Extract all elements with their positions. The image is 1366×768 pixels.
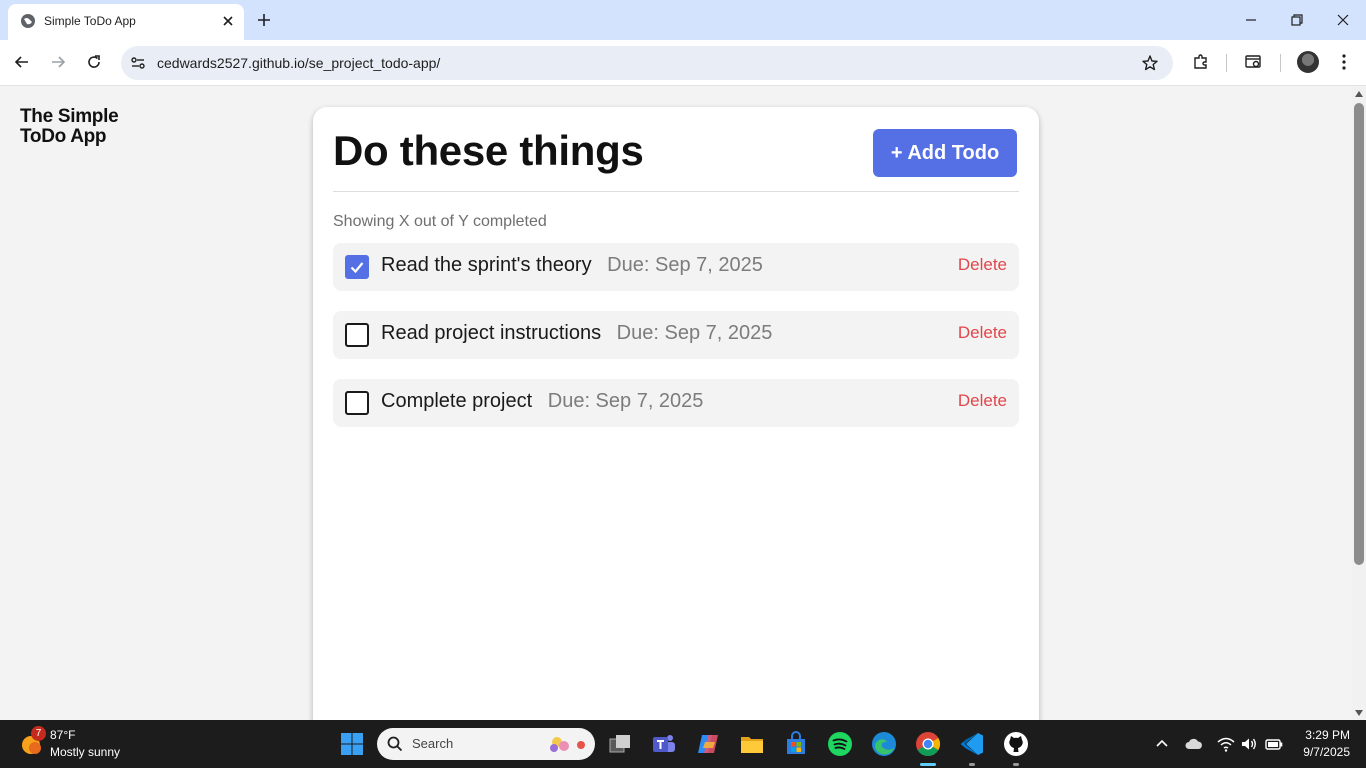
active-app-indicator <box>920 763 936 766</box>
forward-arrow-icon[interactable] <box>48 52 68 72</box>
bookmark-star-icon[interactable] <box>1140 53 1160 73</box>
todo-due-date: Due: Sep 7, 2025 <box>547 390 704 412</box>
delete-button[interactable]: Delete <box>958 391 1007 411</box>
page-viewport: The Simple ToDo App Do these things + Ad… <box>0 87 1352 720</box>
page-scrollbar[interactable] <box>1352 87 1366 720</box>
todo-label: Complete project Due: Sep 7, 2025 <box>381 390 703 413</box>
running-app-indicator <box>969 763 975 766</box>
logo-line1: The Simple <box>20 106 119 127</box>
completion-counter: Showing X out of Y completed <box>333 213 547 230</box>
page-title: Do these things <box>333 127 644 174</box>
chrome-icon[interactable] <box>914 730 942 758</box>
site-settings-icon[interactable] <box>129 54 147 72</box>
battery-icon[interactable] <box>1264 734 1284 754</box>
scrollbar-thumb[interactable] <box>1354 103 1364 565</box>
teams-icon[interactable] <box>650 730 678 758</box>
toolbar-separator <box>1280 54 1281 72</box>
divider <box>333 191 1019 192</box>
todo-name: Complete project <box>381 390 533 412</box>
scroll-down-arrow-icon[interactable] <box>1355 710 1363 716</box>
todo-card: Do these things + Add Todo Showing X out… <box>313 107 1039 720</box>
address-bar[interactable]: cedwards2527.github.io/se_project_todo-a… <box>121 46 1173 80</box>
taskbar-clock-time[interactable]: 3:29 PM <box>1296 728 1350 742</box>
volume-icon[interactable] <box>1239 734 1259 754</box>
todo-item: Read the sprint's theory Due: Sep 7, 202… <box>333 243 1019 291</box>
windows-start-icon[interactable] <box>338 730 366 758</box>
todo-item: Read project instructions Due: Sep 7, 20… <box>333 311 1019 359</box>
add-todo-button[interactable]: + Add Todo <box>873 129 1017 177</box>
file-explorer-icon[interactable] <box>738 730 766 758</box>
close-window-icon[interactable] <box>1333 10 1353 30</box>
search-highlight-flowers-icon <box>550 737 585 752</box>
running-app-indicator <box>1013 763 1019 766</box>
tab-title: Simple ToDo App <box>44 14 136 28</box>
taskbar: 7 87°F Mostly sunny Search 3:29 PM 9/7/2… <box>0 720 1366 768</box>
todo-checkbox[interactable] <box>345 255 369 279</box>
taskbar-search[interactable]: Search <box>377 728 595 760</box>
todo-item: Complete project Due: Sep 7, 2025 Delete <box>333 379 1019 427</box>
todo-due-date: Due: Sep 7, 2025 <box>616 322 773 344</box>
search-placeholder: Search <box>412 736 454 751</box>
weather-description[interactable]: Mostly sunny <box>50 745 120 759</box>
todo-list: Read the sprint's theory Due: Sep 7, 202… <box>333 243 1019 447</box>
edge-icon[interactable] <box>870 730 898 758</box>
todo-label: Read the sprint's theory Due: Sep 7, 202… <box>381 254 763 277</box>
chevron-up-icon[interactable] <box>1152 734 1172 754</box>
spotify-icon[interactable] <box>826 730 854 758</box>
microsoft-store-icon[interactable] <box>782 730 810 758</box>
scroll-up-arrow-icon[interactable] <box>1355 91 1363 97</box>
new-tab-plus-icon[interactable] <box>254 10 274 30</box>
todo-name: Read project instructions <box>381 322 602 344</box>
browser-titlebar: Simple ToDo App <box>0 0 1366 40</box>
search-icon <box>387 736 403 752</box>
weather-temperature[interactable]: 87°F <box>50 728 75 742</box>
globe-icon <box>21 14 35 28</box>
vscode-icon[interactable] <box>958 730 986 758</box>
todo-name: Read the sprint's theory <box>381 254 592 276</box>
tab-search-icon[interactable] <box>1243 52 1263 72</box>
reload-icon[interactable] <box>84 52 104 72</box>
delete-button[interactable]: Delete <box>958 323 1007 343</box>
toolbar-separator <box>1226 54 1227 72</box>
todo-checkbox[interactable] <box>345 391 369 415</box>
site-logo: The Simple ToDo App <box>20 107 160 147</box>
todo-label: Read project instructions Due: Sep 7, 20… <box>381 322 772 345</box>
url-text[interactable]: cedwards2527.github.io/se_project_todo-a… <box>157 55 440 71</box>
restore-icon[interactable] <box>1287 10 1307 30</box>
github-icon[interactable] <box>1002 730 1030 758</box>
profile-avatar[interactable] <box>1297 51 1319 73</box>
wifi-icon[interactable] <box>1216 734 1236 754</box>
browser-tab[interactable]: Simple ToDo App <box>8 4 244 40</box>
logo-line2: ToDo App <box>20 126 107 147</box>
task-view-icon[interactable] <box>606 730 634 758</box>
taskbar-clock-date[interactable]: 9/7/2025 <box>1286 745 1350 759</box>
minimize-icon[interactable] <box>1241 10 1261 30</box>
copilot-icon[interactable] <box>694 730 722 758</box>
onedrive-cloud-icon[interactable] <box>1184 734 1204 754</box>
weather-notification-badge: 7 <box>31 726 46 741</box>
extensions-puzzle-icon[interactable] <box>1191 52 1211 72</box>
browser-toolbar: cedwards2527.github.io/se_project_todo-a… <box>0 40 1366 86</box>
delete-button[interactable]: Delete <box>958 255 1007 275</box>
back-arrow-icon[interactable] <box>12 52 32 72</box>
todo-due-date: Due: Sep 7, 2025 <box>607 254 763 276</box>
tab-close-icon[interactable] <box>220 13 236 29</box>
more-menu-icon[interactable] <box>1334 52 1354 72</box>
checkmark-icon <box>350 262 364 274</box>
todo-checkbox[interactable] <box>345 323 369 347</box>
